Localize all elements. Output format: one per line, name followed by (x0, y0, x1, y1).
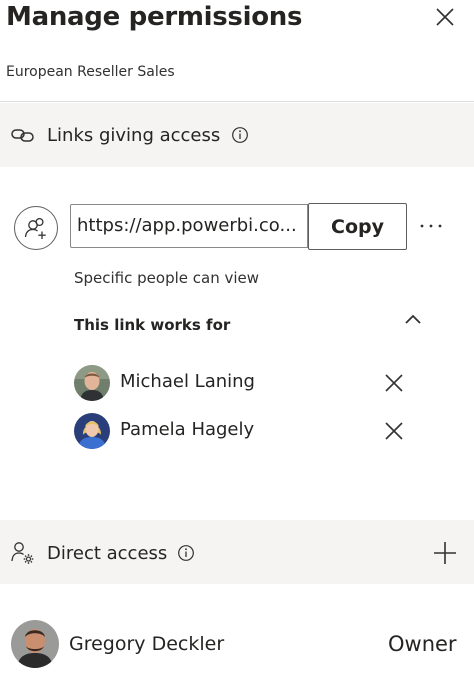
add-user-button[interactable] (432, 540, 458, 566)
user-name: Gregory Deckler (69, 633, 225, 655)
close-icon (436, 8, 454, 26)
person-name: Michael Laning (120, 371, 255, 392)
list-item: Pamela Hagely (74, 413, 434, 453)
link-works-for-label: This link works for (74, 316, 231, 334)
close-icon (385, 422, 403, 440)
info-icon[interactable] (177, 544, 195, 562)
collapse-button[interactable] (402, 310, 424, 328)
report-name: European Reseller Sales (6, 64, 175, 80)
avatar (74, 413, 110, 449)
close-button[interactable] (432, 4, 458, 30)
list-item: Michael Laning (74, 365, 434, 405)
avatar (11, 620, 59, 668)
link-url-field[interactable]: https://app.powerbi.co... (70, 204, 308, 248)
remove-person-button[interactable] (382, 371, 406, 395)
close-icon (385, 374, 403, 392)
person-name: Pamela Hagely (120, 419, 255, 440)
chevron-up-icon (405, 314, 421, 324)
link-icon (10, 122, 36, 148)
info-icon[interactable] (231, 126, 249, 144)
panel-title: Manage permissions (6, 2, 303, 32)
shared-people-icon (14, 206, 58, 250)
link-permission-description: Specific people can view (74, 269, 260, 287)
remove-person-button[interactable] (382, 419, 406, 443)
divider (0, 101, 474, 102)
more-icon (420, 224, 442, 228)
direct-access-title: Direct access (47, 543, 168, 564)
more-options-button[interactable] (416, 214, 446, 238)
user-role[interactable]: Owner (388, 632, 457, 656)
person-settings-icon (10, 540, 36, 566)
copy-button[interactable]: Copy (308, 203, 407, 250)
avatar (74, 365, 110, 401)
links-section-title: Links giving access (47, 125, 221, 146)
plus-icon (434, 542, 456, 564)
